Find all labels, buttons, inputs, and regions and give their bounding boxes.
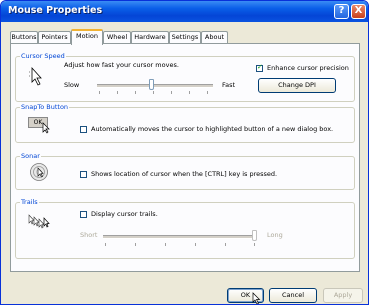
tab-pointers[interactable]: Pointers: [38, 31, 71, 43]
short-label: Short: [80, 231, 98, 239]
tab-buttons[interactable]: Buttons: [10, 31, 38, 43]
window-title: Mouse Properties: [8, 5, 103, 16]
trails-slider-thumb[interactable]: [252, 230, 257, 241]
trails-group: Trails: [15, 198, 355, 259]
cursor-trails-icon: [28, 214, 50, 229]
cursor-speed-tick: [153, 91, 154, 94]
trails-tick: [195, 243, 196, 246]
motion-tab-page: Cursor Speed Adjust how fast your cursor…: [10, 43, 360, 272]
trails-tick: [135, 243, 136, 246]
snapto-legend: SnapTo Button: [21, 103, 69, 111]
snapto-cursor-icon: [42, 122, 50, 134]
cursor-speed-tick: [117, 91, 118, 94]
snapto-label[interactable]: Automatically moves the cursor to highli…: [91, 125, 333, 133]
trails-tick: [165, 243, 166, 246]
long-label: Long: [267, 231, 283, 239]
apply-button[interactable]: Apply: [323, 288, 363, 303]
trails-tick: [225, 243, 226, 246]
tab-wheel[interactable]: Wheel: [103, 31, 131, 43]
mouse-properties-window: Mouse Properties ? X Buttons Pointers Mo…: [0, 0, 369, 305]
cursor-speed-group: Cursor Speed: [15, 52, 355, 102]
cursor-speed-track: [97, 84, 213, 88]
cancel-button[interactable]: Cancel: [269, 288, 317, 303]
sonar-legend: Sonar: [21, 152, 40, 160]
cursor-speed-description: Adjust how fast your cursor moves.: [64, 61, 179, 69]
fast-label: Fast: [222, 81, 236, 89]
trails-track: [103, 235, 253, 239]
trails-tick: [254, 243, 255, 246]
title-bar[interactable]: Mouse Properties ? X: [1, 1, 368, 22]
close-button[interactable]: X: [351, 4, 366, 19]
enhance-precision-checkbox[interactable]: [256, 63, 263, 72]
cursor-speed-slider-thumb[interactable]: [149, 79, 154, 90]
trails-tick: [105, 243, 106, 246]
sonar-label[interactable]: Shows location of cursor when the [CTRL]…: [91, 170, 277, 178]
cursor-speed-tick: [135, 91, 136, 94]
tab-settings[interactable]: Settings: [169, 31, 201, 43]
tab-hardware[interactable]: Hardware: [131, 31, 169, 43]
help-button[interactable]: ?: [334, 4, 349, 19]
cursor-speed-tick: [171, 91, 172, 94]
cursor-speed-tick: [189, 91, 190, 94]
snapto-checkbox[interactable]: [80, 126, 87, 133]
cursor-speed-tick: [99, 91, 100, 94]
tab-about[interactable]: About: [201, 31, 228, 43]
trails-checkbox[interactable]: [80, 211, 87, 218]
cursor-speed-icon: [29, 66, 42, 86]
sonar-checkbox[interactable]: [80, 171, 87, 178]
cursor-speed-tick: [207, 91, 208, 94]
trails-legend: Trails: [21, 198, 38, 206]
slow-label: Slow: [64, 81, 80, 89]
change-dpi-button[interactable]: Change DPI: [258, 78, 336, 93]
snapto-group: SnapTo Button: [15, 103, 355, 143]
mouse-pointer-icon: [252, 292, 261, 304]
sonar-icon: [30, 163, 48, 181]
trails-label[interactable]: Display cursor trails.: [91, 210, 158, 218]
enhance-precision-label[interactable]: Enhance cursor precision: [267, 64, 349, 72]
tab-motion[interactable]: Motion: [71, 29, 103, 45]
cursor-speed-legend: Cursor Speed: [21, 52, 65, 60]
